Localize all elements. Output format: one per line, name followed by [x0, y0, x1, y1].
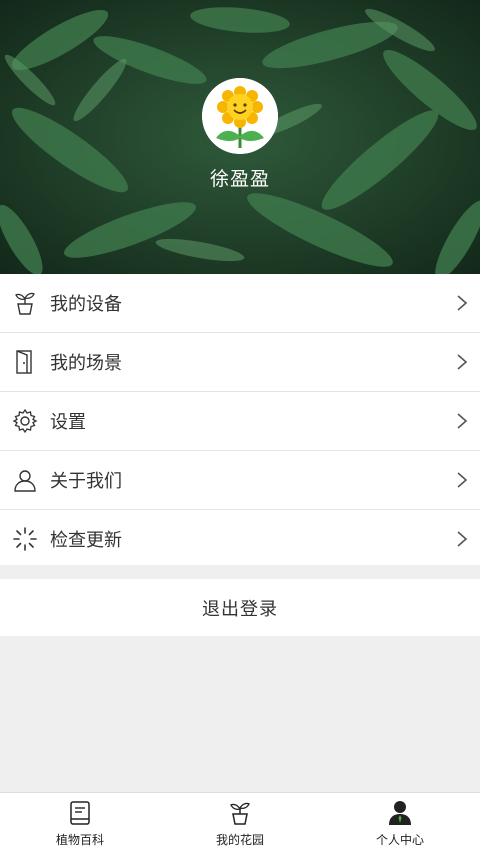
- tab-label: 个人中心: [375, 833, 424, 847]
- menu-item-about[interactable]: 关于我们: [0, 451, 480, 510]
- menu-item-label: 我的场景: [50, 353, 122, 374]
- profile-header: 徐盈盈: [0, 0, 480, 274]
- chevron-right-icon: [457, 354, 468, 370]
- menu-item-check-update[interactable]: 检查更新: [0, 510, 480, 568]
- username: 徐盈盈: [209, 168, 270, 190]
- menu-item-settings[interactable]: 设置: [0, 392, 480, 451]
- menu-item-devices[interactable]: 我的设备: [0, 274, 480, 333]
- tab-my-garden[interactable]: 我的花园: [160, 793, 320, 854]
- menu-item-label: 检查更新: [50, 530, 122, 551]
- bottom-tab-bar: 植物百科 我的花园 个人中心: [0, 792, 480, 854]
- chevron-right-icon: [457, 531, 468, 547]
- door-icon: [16, 350, 32, 374]
- tab-label: 植物百科: [55, 833, 104, 847]
- plant-pot-icon: [15, 292, 35, 315]
- sunflower-icon: [202, 78, 278, 154]
- avatar[interactable]: [202, 78, 278, 154]
- user-icon: [14, 470, 36, 492]
- person-icon: [389, 801, 411, 825]
- settings-menu: 我的设备 我的场景 设置 关于我们 检查更新: [0, 274, 480, 568]
- menu-item-label: 设置: [50, 412, 86, 433]
- chevron-right-icon: [457, 413, 468, 429]
- tab-label: 我的花园: [215, 833, 264, 847]
- tab-personal-center[interactable]: 个人中心: [320, 793, 480, 854]
- loading-icon: [13, 527, 37, 551]
- tab-plant-encyclopedia[interactable]: 植物百科: [0, 793, 160, 854]
- menu-item-label: 我的设备: [50, 294, 122, 315]
- menu-item-label: 关于我们: [50, 471, 122, 492]
- section-divider: [0, 565, 480, 579]
- chevron-right-icon: [457, 472, 468, 488]
- book-icon: [70, 801, 90, 825]
- gear-icon: [12, 408, 38, 434]
- plant-pot-icon: [230, 802, 250, 825]
- menu-item-scenes[interactable]: 我的场景: [0, 333, 480, 392]
- logout-button[interactable]: 退出登录: [0, 579, 480, 636]
- chevron-right-icon: [457, 295, 468, 311]
